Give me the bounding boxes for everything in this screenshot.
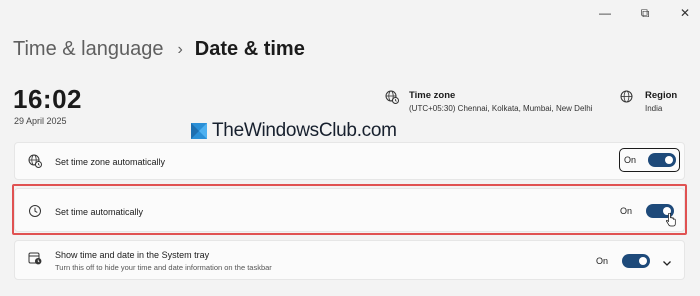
set-time-zone-auto-row[interactable]: Set time zone automatically On <box>14 142 685 180</box>
set-time-auto-row[interactable]: Set time automatically On <box>14 188 685 232</box>
maximize-button[interactable]: ⧉ <box>638 6 652 20</box>
toggle-state-label: On <box>619 206 632 216</box>
globe-clock-icon <box>385 90 399 109</box>
show-time-in-tray-toggle[interactable]: On <box>596 254 650 268</box>
time-zone-title: Time zone <box>409 90 456 101</box>
time-zone-value: (UTC+05:30) Chennai, Kolkata, Mumbai, Ne… <box>409 104 593 113</box>
toggle-switch[interactable] <box>648 153 676 167</box>
clock-icon <box>27 203 43 219</box>
region-value: India <box>645 104 663 113</box>
watermark-text: TheWindowsClub.com <box>212 120 397 141</box>
region-info: Region India <box>620 90 677 113</box>
mouse-pointer-icon <box>666 213 676 227</box>
window-controls: — ⧉ ✕ <box>598 6 692 21</box>
breadcrumb-parent[interactable]: Time & language <box>13 38 163 61</box>
region-title: Region <box>645 90 678 101</box>
page-title: Date & time <box>194 38 305 60</box>
toggle-switch[interactable] <box>622 254 650 268</box>
minimize-button[interactable]: — <box>598 6 612 20</box>
breadcrumb-separator: › <box>177 40 183 58</box>
globe-icon <box>620 90 633 108</box>
chevron-down-icon[interactable] <box>662 255 672 266</box>
watermark-logo-icon <box>189 121 209 141</box>
current-date: 29 April 2025 <box>14 116 67 126</box>
setting-description: Turn this off to hide your time and date… <box>55 263 272 272</box>
close-button[interactable]: ✕ <box>678 6 692 20</box>
setting-label: Show time and date in the System tray <box>55 250 210 260</box>
set-time-zone-auto-toggle[interactable]: On <box>618 148 680 172</box>
watermark: TheWindowsClub.com <box>189 120 397 142</box>
setting-label: Set time automatically <box>55 207 144 217</box>
time-zone-info: Time zone (UTC+05:30) Chennai, Kolkata, … <box>385 90 592 113</box>
breadcrumb: Time & language › Date & time <box>13 38 305 61</box>
globe-clock-icon <box>27 153 43 169</box>
setting-label: Set time zone automatically <box>55 157 166 167</box>
toggle-state-label: On <box>595 256 608 266</box>
calendar-clock-icon <box>27 250 43 266</box>
show-time-in-tray-row[interactable]: Show time and date in the System tray Tu… <box>14 240 685 280</box>
toggle-state-label: On <box>623 155 636 165</box>
current-time: 16:02 <box>13 84 82 114</box>
